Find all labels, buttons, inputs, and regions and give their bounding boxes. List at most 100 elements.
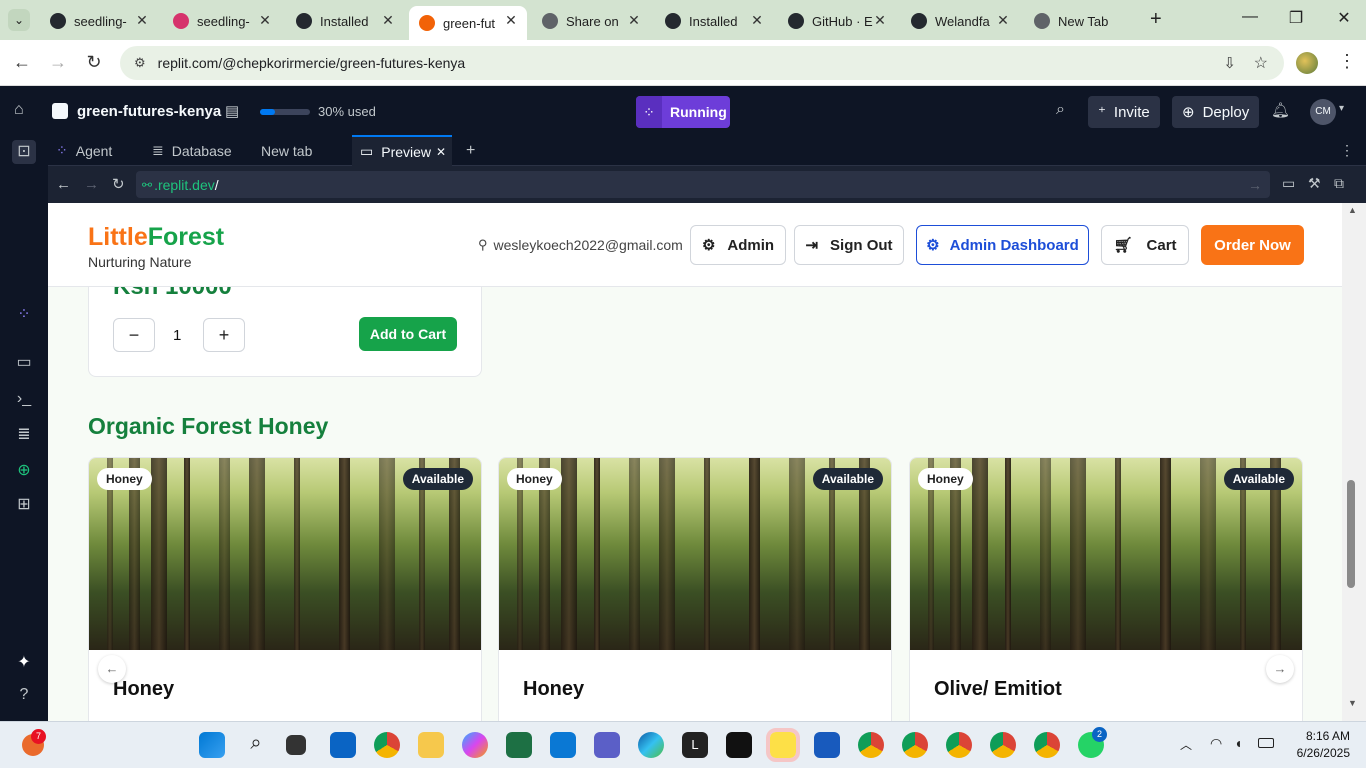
app-l-icon[interactable]: L	[682, 732, 708, 758]
tab-database[interactable]: ≣ Database	[144, 135, 240, 166]
chevron-down-icon[interactable]: ▾	[1339, 103, 1344, 114]
browser-tab-6[interactable]: Installed ✕	[655, 6, 773, 36]
workspace-menu-icon[interactable]: ⋮	[1332, 135, 1362, 166]
profile-avatar[interactable]	[1296, 52, 1318, 74]
browser-menu-icon[interactable]: ⋮	[1338, 51, 1356, 72]
clock-time[interactable]: 8:16 AM	[1300, 729, 1350, 743]
deploy-button[interactable]: ⊕ Deploy	[1172, 96, 1260, 128]
tab-agent[interactable]: ⁘ Agent	[48, 135, 120, 166]
agent-icon[interactable]: ⁘	[12, 303, 36, 327]
capcut-icon[interactable]	[726, 732, 752, 758]
install-icon[interactable]: ⇩	[1223, 54, 1236, 72]
browser-tab-7[interactable]: GitHub · E ✕	[778, 6, 896, 36]
tray-chevron-icon[interactable]: ︿	[1180, 736, 1192, 753]
user-avatar[interactable]: CM	[1310, 99, 1336, 125]
back-icon[interactable]: ←	[11, 52, 33, 73]
reload-icon[interactable]: ↻	[83, 52, 105, 73]
usage-bar[interactable]	[260, 109, 310, 115]
deploy-rail-icon[interactable]: ⊕	[12, 459, 36, 483]
close-tab-icon[interactable]: ✕	[995, 12, 1011, 29]
preview-url-bar[interactable]: ⚯ .replit.dev / →	[136, 171, 1270, 198]
task-view-icon[interactable]	[286, 735, 306, 755]
close-tab-icon[interactable]: ✕	[134, 12, 150, 29]
invite-button[interactable]: ⁺ Invite	[1088, 96, 1160, 128]
edge-icon[interactable]	[638, 732, 664, 758]
product-card[interactable]: Honey Available Honey	[498, 457, 892, 721]
chrome-taskbar-icon[interactable]	[374, 732, 400, 758]
word-icon[interactable]	[814, 732, 840, 758]
close-tab-icon[interactable]: ✕	[380, 12, 396, 29]
search-icon[interactable]: ⌕	[1056, 101, 1065, 119]
minimize-button[interactable]: —	[1238, 8, 1262, 26]
quantity-increase-button[interactable]: +	[203, 318, 245, 352]
browser-tab-1[interactable]: seedling- ✕	[40, 6, 158, 36]
taskbar-search-icon[interactable]: ⌕	[243, 732, 269, 758]
admin-dashboard-button[interactable]: ⚙ Admin Dashboard	[916, 225, 1089, 265]
preview-back-icon[interactable]: ←	[56, 176, 71, 193]
preview-reload-icon[interactable]: ↻	[112, 175, 125, 193]
notifications-bell-icon[interactable]: 🔔︎	[1271, 101, 1290, 119]
tab-search-button[interactable]: ⌄	[8, 9, 30, 31]
carousel-next-button[interactable]: →	[1266, 655, 1294, 683]
chrome-profile-3-icon[interactable]	[902, 732, 928, 758]
scroll-thumb[interactable]	[1347, 480, 1355, 588]
open-new-window-icon[interactable]: ⧉	[1334, 175, 1344, 192]
volume-icon[interactable]: ◖	[1234, 735, 1242, 751]
close-tab-icon[interactable]: ✕	[257, 12, 273, 29]
chrome-active-icon[interactable]	[990, 732, 1016, 758]
console-icon[interactable]: ›_	[12, 387, 36, 411]
tab-preview[interactable]: ▭ Preview ✕	[352, 135, 452, 166]
preview-icon[interactable]: ▭	[12, 351, 36, 375]
close-tab-icon[interactable]: ✕	[749, 12, 765, 29]
product-card[interactable]: Honey Available Olive/ Emitiot	[909, 457, 1303, 721]
start-icon[interactable]	[199, 732, 225, 758]
home-icon[interactable]: ⌂	[14, 101, 34, 121]
bookmark-star-icon[interactable]: ☆	[1254, 53, 1268, 73]
teams-icon[interactable]	[594, 732, 620, 758]
files-icon[interactable]: ▤	[225, 102, 239, 120]
file-explorer-icon[interactable]	[418, 732, 444, 758]
sidebar-toggle-icon[interactable]: ⊡	[12, 140, 36, 164]
browser-tab-4[interactable]: green-fut ✕	[409, 6, 527, 40]
project-icon[interactable]	[52, 103, 68, 119]
chrome-profile-4-icon[interactable]	[946, 732, 972, 758]
carousel-prev-button[interactable]: ←	[98, 655, 126, 683]
go-arrow-icon[interactable]: →	[1248, 177, 1262, 193]
database-icon[interactable]: ≣	[12, 423, 36, 447]
copilot-icon[interactable]	[462, 732, 488, 758]
brand-logo[interactable]: LittleForest	[88, 223, 224, 252]
add-to-cart-button[interactable]: Add to Cart	[359, 317, 457, 351]
sign-out-button[interactable]: ⇥ Sign Out	[794, 225, 904, 265]
sticky-notes-icon[interactable]	[766, 728, 800, 762]
cart-button[interactable]: 🛒︎ Cart	[1101, 225, 1189, 265]
site-info-icon[interactable]: ⚙	[134, 55, 146, 71]
browser-tab-5[interactable]: Share on ✕	[532, 6, 650, 36]
chrome-profile-2-icon[interactable]	[858, 732, 884, 758]
apps-grid-icon[interactable]: ⊞	[12, 493, 36, 517]
add-tab-button[interactable]: +	[458, 135, 483, 166]
clock-date[interactable]: 6/26/2025	[1288, 746, 1350, 760]
browser-tab-3[interactable]: Installed ✕	[286, 6, 404, 36]
browser-tab-8[interactable]: Welandfa ✕	[901, 6, 1019, 36]
forward-icon[interactable]: →	[47, 52, 69, 73]
outlook-icon[interactable]	[330, 732, 356, 758]
new-tab-button[interactable]: +	[1150, 8, 1162, 31]
devices-icon[interactable]: ▭	[1282, 175, 1295, 192]
chrome-profile-6-icon[interactable]	[1034, 732, 1060, 758]
excel-icon[interactable]	[506, 732, 532, 758]
battery-icon[interactable]	[1258, 738, 1274, 748]
help-icon[interactable]: ?	[12, 683, 36, 707]
close-tab-icon[interactable]: ✕	[872, 12, 888, 29]
browser-tab-9[interactable]: New Tab	[1024, 6, 1142, 36]
order-now-button[interactable]: Order Now	[1201, 225, 1304, 265]
close-tab-icon[interactable]: ✕	[626, 12, 642, 29]
close-tab-icon[interactable]: ✕	[436, 145, 446, 159]
run-status-button[interactable]: ⁘ Running	[636, 96, 730, 128]
close-tab-icon[interactable]: ✕	[503, 12, 519, 29]
scroll-down-arrow[interactable]: ▼	[1348, 698, 1357, 708]
browser-tab-2[interactable]: seedling- ✕	[163, 6, 281, 36]
store-icon[interactable]	[550, 732, 576, 758]
preview-forward-icon[interactable]: →	[84, 176, 99, 193]
product-card[interactable]: Honey Available Honey	[88, 457, 482, 721]
admin-button[interactable]: ⚙ Admin	[690, 225, 786, 265]
